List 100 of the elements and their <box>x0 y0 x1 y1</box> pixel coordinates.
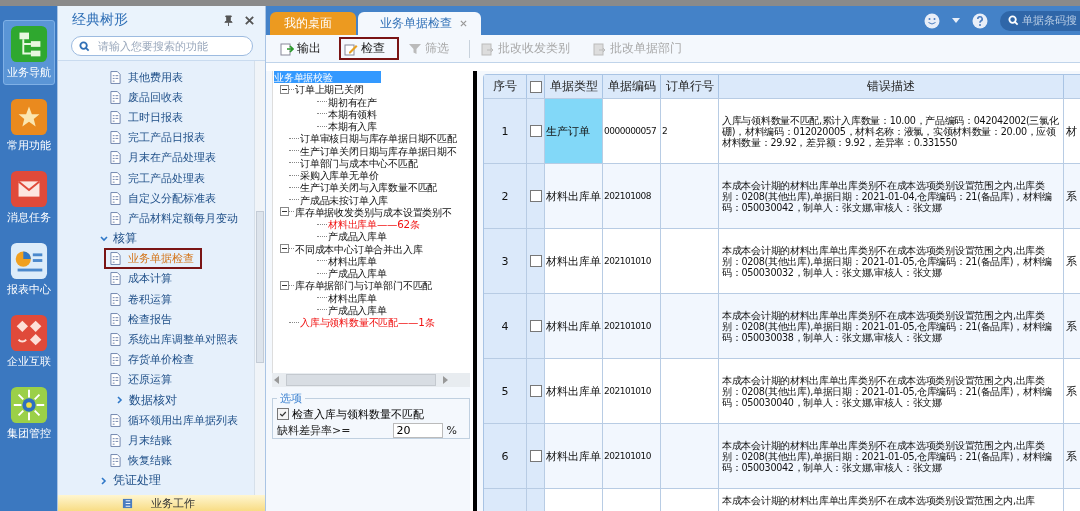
table-cell[interactable]: 材料出库单 <box>545 164 603 228</box>
tree-item[interactable]: 恢复结账 <box>104 450 180 472</box>
nav-item[interactable]: 报表中心 <box>3 238 54 301</box>
tab[interactable]: 业务单据检查 <box>358 12 481 35</box>
table-cell[interactable]: 材料出库单 <box>545 294 603 358</box>
checkbox[interactable] <box>529 255 542 267</box>
table-cell[interactable]: 生产订单 <box>545 99 603 163</box>
nav-item[interactable]: 常用功能 <box>3 94 54 157</box>
tree-node[interactable]: 库存单据收发类别与成本设置类别不 <box>295 205 452 218</box>
tree-node[interactable]: 产成品未按订单入库 <box>300 193 389 206</box>
tree-item[interactable]: 存货单价检查 <box>104 349 202 371</box>
checkbox[interactable] <box>529 385 542 397</box>
caret-icon[interactable] <box>952 18 960 23</box>
collapse-icon[interactable] <box>280 84 289 94</box>
scrollbar[interactable] <box>254 61 265 495</box>
document-icon <box>110 433 121 447</box>
nav-item[interactable]: 企业互联 <box>3 310 54 373</box>
row-number: 4 <box>484 294 527 358</box>
rate-field[interactable]: 20 <box>393 422 444 438</box>
tree-item[interactable]: 废品回收表 <box>104 86 191 108</box>
tree-item[interactable]: 系统出库调整单对照表 <box>104 329 246 351</box>
tree-item[interactable]: 产品材料定额每月变动 <box>104 207 246 229</box>
tree-node[interactable]: 生产订单关闭与入库数量不匹配 <box>300 181 438 194</box>
network-icon <box>9 314 48 352</box>
tree-node[interactable]: 本期有领料 <box>328 107 377 120</box>
tree-item[interactable]: 检查报告 <box>104 308 180 330</box>
nav-item[interactable]: 消息任务 <box>3 166 54 229</box>
table-cell: 202101010 <box>603 424 661 488</box>
tree-node[interactable]: 本期有入库 <box>328 120 377 133</box>
tree-item[interactable]: 月末在产品处理表 <box>104 147 224 169</box>
nav-item[interactable]: 集团管控 <box>3 382 54 445</box>
tree-node[interactable]: 生产订单关闭日期与库存单据日期不 <box>300 144 457 157</box>
smiley-icon[interactable] <box>924 12 940 29</box>
checkbox[interactable] <box>529 80 542 93</box>
checkbox[interactable] <box>529 320 542 332</box>
tree-node[interactable]: 材料出库单 <box>328 254 377 267</box>
checkbox[interactable] <box>529 450 542 462</box>
scroll-thumb[interactable] <box>256 211 264 363</box>
tree-item[interactable]: 循环领用出库单据列表 <box>104 409 246 431</box>
field-label: 缺料差异率>= <box>277 422 351 438</box>
column-header: 订单行号 <box>661 75 719 98</box>
tree-node[interactable]: 产成品入库单 <box>328 230 387 243</box>
table-cell: 系 <box>1066 253 1077 269</box>
arrow-right-icon[interactable] <box>442 376 448 384</box>
search-field[interactable]: 请输入您要搜索的功能 <box>71 36 253 56</box>
table-cell: 2 <box>662 126 668 136</box>
search-icon <box>1008 15 1019 26</box>
tree-node[interactable]: 订单审核日期与库存单据日期不匹配 <box>300 132 457 145</box>
panel-title: 经典树形 <box>72 11 129 29</box>
tree-node[interactable]: 期初有在产 <box>328 95 377 108</box>
tree-node[interactable]: 订单部门与成本中心不匹配 <box>300 156 418 169</box>
tree-group[interactable]: 核算 <box>100 231 137 247</box>
scrollbar[interactable] <box>272 373 470 387</box>
tree-item[interactable]: 月末结账 <box>104 429 180 451</box>
tree-item[interactable]: 成本计算 <box>104 268 180 290</box>
chevron-right-icon <box>116 396 124 405</box>
checkbox[interactable]: 检查入库与领料数量不匹配 <box>277 406 465 422</box>
collapse-icon[interactable] <box>280 207 289 217</box>
checkbox[interactable] <box>529 190 542 202</box>
report-icon <box>9 242 48 280</box>
tree-node[interactable]: 订单上期已关闭 <box>295 83 364 96</box>
table-cell[interactable]: 材料出库单 <box>545 424 603 488</box>
pin-icon[interactable] <box>223 14 234 26</box>
tree-group[interactable]: 数据核对 <box>116 392 177 408</box>
document-icon <box>110 292 121 306</box>
toolbar-button[interactable]: 检查 <box>339 37 399 60</box>
collapse-icon[interactable] <box>280 244 289 254</box>
document-icon <box>110 272 121 286</box>
tree-group[interactable]: 凭证处理 <box>100 473 161 489</box>
tree-item[interactable]: 卷积运算 <box>104 288 180 310</box>
arrow-left-icon[interactable] <box>274 376 280 384</box>
checkbox[interactable] <box>529 125 542 137</box>
table-cell: 系 <box>1066 318 1077 334</box>
pencil-icon <box>344 41 358 56</box>
row-number: 5 <box>484 359 527 423</box>
document-icon <box>110 70 121 84</box>
tree-item[interactable]: 工时日报表 <box>104 106 191 128</box>
document-icon <box>110 454 121 468</box>
tree-node[interactable]: 库存单据部门与订单部门不匹配 <box>295 279 433 292</box>
tree-node[interactable]: 产成品入库单 <box>328 267 387 280</box>
help-icon[interactable] <box>972 12 988 29</box>
tree-node[interactable]: 产成品入库单 <box>328 303 387 316</box>
collapse-icon[interactable] <box>280 280 289 290</box>
tree-item[interactable]: 其他费用表 <box>104 66 191 88</box>
tree-node[interactable]: 不同成本中心订单合并出入库 <box>295 242 423 255</box>
tree-node[interactable]: 材料出库单 <box>328 291 377 304</box>
barcode-search-field[interactable]: 单据条码搜 <box>1000 10 1080 31</box>
close-icon[interactable] <box>244 14 255 26</box>
bottom-tab[interactable]: 业务工作 <box>58 495 265 511</box>
tree-node[interactable]: 采购入库单无单价 <box>300 169 379 182</box>
tree-node[interactable]: 材料出库单——62条 <box>328 218 420 231</box>
scroll-thumb[interactable] <box>286 374 436 386</box>
tree-item[interactable]: 还原运算 <box>104 369 180 391</box>
tree-item[interactable]: 完工产品处理表 <box>104 167 213 189</box>
toolbar-button[interactable]: 输出 <box>275 37 335 60</box>
tree-item[interactable]: 自定义分配标准表 <box>104 187 224 209</box>
tree-node[interactable]: 入库与领料数量不匹配——1条 <box>300 316 435 329</box>
tree-item[interactable]: 完工产品日报表 <box>104 127 213 149</box>
table-cell: 本成本会计期的材料出库单出库类别不在成本选项类别设置范围之内,出库 <box>722 495 1036 506</box>
table-cell: 系 <box>1066 383 1077 399</box>
